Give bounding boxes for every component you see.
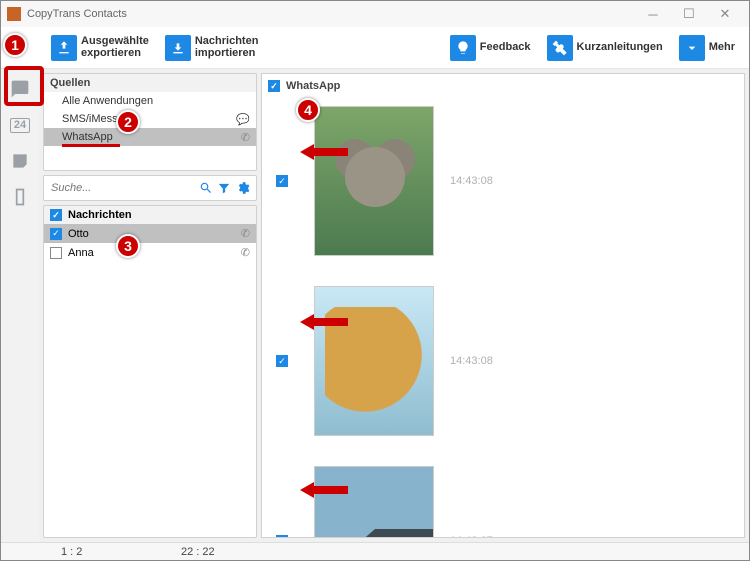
- maximize-button[interactable]: ☐: [671, 1, 707, 27]
- import-messages-button[interactable]: Nachrichten importieren: [159, 33, 265, 63]
- contact-row-anna[interactable]: Anna ✆: [44, 243, 256, 262]
- search-input[interactable]: [48, 179, 197, 197]
- annotation-badge-3: 3: [116, 234, 140, 258]
- nav-device[interactable]: [6, 183, 34, 211]
- message-time: 14:43:07: [450, 535, 493, 538]
- feedback-button[interactable]: Feedback: [444, 33, 537, 63]
- minimize-button[interactable]: ─: [635, 1, 671, 27]
- chat-header: WhatsApp: [268, 80, 738, 92]
- import-icon: [165, 35, 191, 61]
- filter-icon[interactable]: [215, 181, 233, 195]
- guides-button[interactable]: Kurzanleitungen: [541, 33, 669, 63]
- app-icon: [7, 7, 21, 21]
- guides-label: Kurzanleitungen: [577, 42, 663, 54]
- source-all-apps[interactable]: Alle Anwendungen: [44, 92, 256, 110]
- status-right: 22 : 22: [161, 546, 291, 558]
- export-label: Ausgewählte exportieren: [81, 36, 149, 59]
- titlebar: CopyTrans Contacts ─ ☐ ✕: [1, 1, 749, 27]
- message-row[interactable]: 14:43:08: [268, 106, 738, 256]
- nav-calendar[interactable]: 24: [6, 111, 34, 139]
- feedback-label: Feedback: [480, 42, 531, 54]
- annotation-badge-2: 2: [116, 110, 140, 134]
- nav-notes[interactable]: [6, 147, 34, 175]
- image-thumbnail[interactable]: [314, 286, 434, 436]
- contacts-group[interactable]: Nachrichten: [44, 206, 256, 224]
- annotation-arrow: [300, 480, 348, 500]
- message-row[interactable]: 14:43:07: [268, 466, 738, 538]
- import-label: Nachrichten importieren: [195, 36, 259, 59]
- close-button[interactable]: ✕: [707, 1, 743, 27]
- contact-checkbox[interactable]: [50, 228, 62, 240]
- phone-icon: ✆: [241, 246, 250, 259]
- export-icon: [51, 35, 77, 61]
- source-whatsapp[interactable]: WhatsApp✆: [44, 128, 256, 146]
- status-left: 1 : 2: [1, 546, 161, 558]
- contact-checkbox[interactable]: [50, 247, 62, 259]
- toolbar: Ausgewählte exportieren Nachrichten impo…: [1, 27, 749, 69]
- message-checkbox[interactable]: [276, 175, 288, 187]
- annotation-arrow: [300, 142, 348, 162]
- export-selected-button[interactable]: Ausgewählte exportieren: [45, 33, 155, 63]
- more-label: Mehr: [709, 42, 735, 54]
- chevron-down-icon: [679, 35, 705, 61]
- nav-messages[interactable]: [6, 75, 34, 103]
- message-row[interactable]: 14:43:08: [268, 286, 738, 436]
- annotation-arrow: [300, 312, 348, 332]
- annotation-badge-4: 4: [296, 98, 320, 122]
- contact-row-otto[interactable]: Otto ✆: [44, 224, 256, 243]
- source-sms[interactable]: SMS/iMessage💬: [44, 110, 256, 128]
- phone-icon: ✆: [241, 227, 250, 240]
- status-bar: 1 : 2 22 : 22: [1, 542, 749, 560]
- sources-panel: Quellen Alle Anwendungen SMS/iMessage💬 W…: [43, 73, 257, 171]
- phone-icon: ✆: [241, 131, 250, 144]
- gear-icon[interactable]: [234, 181, 252, 195]
- chat-icon: 💬: [236, 113, 250, 126]
- nav-rail: 24: [1, 69, 39, 542]
- app-title: CopyTrans Contacts: [27, 8, 127, 20]
- image-thumbnail[interactable]: [314, 106, 434, 256]
- message-time: 14:43:08: [450, 355, 493, 367]
- group-checkbox[interactable]: [50, 209, 62, 221]
- tools-icon: [547, 35, 573, 61]
- chat-header-checkbox[interactable]: [268, 80, 280, 92]
- message-checkbox[interactable]: [276, 535, 288, 538]
- image-thumbnail[interactable]: [314, 466, 434, 538]
- chat-column: WhatsApp 14:43:08 14:43:08 14:43:07: [261, 69, 749, 542]
- more-button[interactable]: Mehr: [673, 33, 741, 63]
- search-icon[interactable]: [197, 181, 215, 195]
- annotation-badge-1: 1: [3, 33, 27, 57]
- mid-column: Quellen Alle Anwendungen SMS/iMessage💬 W…: [39, 69, 261, 542]
- lightbulb-icon: [450, 35, 476, 61]
- contacts-panel: Nachrichten Otto ✆ Anna ✆: [43, 205, 257, 538]
- message-checkbox[interactable]: [276, 355, 288, 367]
- message-time: 14:43:08: [450, 175, 493, 187]
- search-panel: [43, 175, 257, 201]
- sources-header: Quellen: [44, 74, 256, 92]
